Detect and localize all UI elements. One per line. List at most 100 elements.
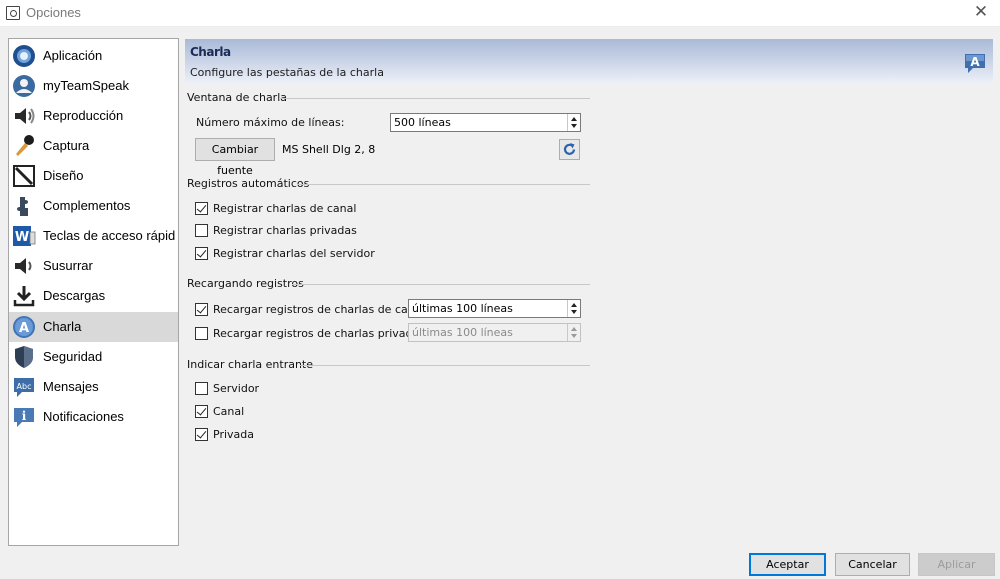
spin-down-icon[interactable] [571,124,577,128]
hotkey-icon: W [13,226,36,246]
info-icon: i [14,408,34,427]
svg-text:W: W [15,230,29,245]
incoming-server-label: Servidor [213,382,260,395]
cancel-button[interactable]: Cancelar [835,553,910,576]
speaker-icon [15,108,35,124]
apply-button: Aplicar [918,553,995,576]
sidebar-item-seguridad[interactable]: Seguridad [9,342,178,372]
sidebar-item-label: Descargas [43,288,106,303]
spin-up-icon[interactable] [571,303,577,307]
max-lines-value: 500 líneas [394,116,451,129]
sidebar-item-label: Notificaciones [43,409,124,424]
download-icon [13,286,35,307]
puzzle-icon [17,197,28,216]
whisper-speaker-icon [15,258,32,274]
shield-icon [15,346,33,368]
refresh-icon [563,143,576,155]
sidebar-item-descargas[interactable]: Descargas [9,281,178,311]
reload-channel-value: últimas 100 líneas [412,302,513,315]
incoming-private-checkbox[interactable] [195,428,208,441]
svg-text:A: A [970,55,980,69]
spin-arrows [567,114,580,131]
section-incoming: Indicar charla entrante [187,358,314,371]
title-bar: Opciones ✕ [0,0,1000,27]
section-divider [300,365,590,366]
sidebar-item-charla[interactable]: A Charla [9,312,178,342]
log-server-label: Registrar charlas del servidor [213,247,375,260]
reset-font-button[interactable] [559,139,580,160]
svg-text:i: i [22,409,27,423]
log-channel-checkbox[interactable] [195,202,208,215]
svg-text:A: A [19,321,29,336]
settings-app-icon [6,6,20,20]
spin-arrows [567,324,580,341]
log-private-label: Registrar charlas privadas [213,224,357,237]
sidebar-item-reproduccion[interactable]: Reproducción [9,101,178,131]
chat-icon: A [13,316,35,338]
section-divider [279,98,590,99]
sidebar-item-label: Susurrar [43,258,93,273]
reload-channel-label: Recargar registros de charlas de canal [213,303,425,316]
design-icon [13,165,35,187]
sidebar-item-label: Aplicación [43,48,103,63]
sidebar-item-label: Teclas de acceso rápido [43,228,175,243]
spin-down-icon[interactable] [571,310,577,314]
section-auto-logs: Registros automáticos [187,177,310,190]
messages-icon: Abc [14,378,34,397]
spin-arrows [567,300,580,317]
svg-text:Abc: Abc [17,382,32,391]
max-lines-label: Número máximo de líneas: [196,116,345,129]
spin-up-icon[interactable] [571,117,577,121]
application-icon [13,45,35,67]
reload-private-checkbox[interactable] [195,327,208,340]
section-chat-window: Ventana de charla [187,91,287,104]
log-server-checkbox[interactable] [195,247,208,260]
log-private-checkbox[interactable] [195,224,208,237]
user-icon [13,75,35,97]
sidebar-item-diseno[interactable]: Diseño [9,161,178,191]
sidebar-item-label: Seguridad [43,349,103,364]
sidebar-item-teclas[interactable]: W Teclas de acceso rápido [9,221,178,251]
reload-channel-spinbox[interactable]: últimas 100 líneas [408,299,581,318]
microphone-icon [16,135,34,156]
sidebar-item-label: Complementos [43,198,131,213]
sidebar-item-label: myTeamSpeak [43,78,129,93]
incoming-channel-checkbox[interactable] [195,405,208,418]
reload-private-spinbox: últimas 100 líneas [408,323,581,342]
sidebar-item-mensajes[interactable]: Abc Mensajes [9,372,178,402]
page-header: Charla Configure las pestañas de la char… [185,39,993,84]
sidebar-item-myteamspeak[interactable]: myTeamSpeak [9,71,178,101]
sidebar-item-aplicacion[interactable]: Aplicación [9,41,178,71]
spin-down-icon [571,334,577,338]
sidebar-item-complementos[interactable]: Complementos [9,191,178,221]
section-divider [297,184,590,185]
chat-icon: A [965,54,985,73]
section-divider [292,284,590,285]
font-value: MS Shell Dlg 2, 8 [282,143,376,156]
log-channel-label: Registrar charlas de canal [213,202,357,215]
sidebar: Aplicación myTeamSpeak Reproducción Capt… [8,38,179,546]
sidebar-item-captura[interactable]: Captura [9,131,178,161]
sidebar-item-notificaciones[interactable]: i Notificaciones [9,402,178,432]
reload-private-label: Recargar registros de charlas privadas [213,327,425,340]
incoming-private-label: Privada [213,428,254,441]
close-icon[interactable]: ✕ [970,2,992,22]
change-font-button[interactable]: Cambiar fuente [195,138,275,177]
max-lines-spinbox[interactable]: 500 líneas [390,113,581,132]
sidebar-item-label: Diseño [43,168,84,183]
sidebar-item-label: Mensajes [43,379,99,394]
section-reload-logs: Recargando registros [187,277,304,290]
reload-channel-checkbox[interactable] [195,303,208,316]
window-title: Opciones [26,5,81,20]
page-title: Charla [190,45,231,59]
incoming-channel-label: Canal [213,405,245,418]
sidebar-item-label: Charla [43,319,82,334]
spin-up-icon [571,327,577,331]
incoming-server-checkbox[interactable] [195,382,208,395]
reload-private-value: últimas 100 líneas [412,326,513,339]
sidebar-item-label: Reproducción [43,108,124,123]
sidebar-item-susurrar[interactable]: Susurrar [9,251,178,281]
page-subtitle: Configure las pestañas de la charla [190,66,384,79]
ok-button[interactable]: Aceptar [749,553,826,576]
sidebar-item-label: Captura [43,138,90,153]
